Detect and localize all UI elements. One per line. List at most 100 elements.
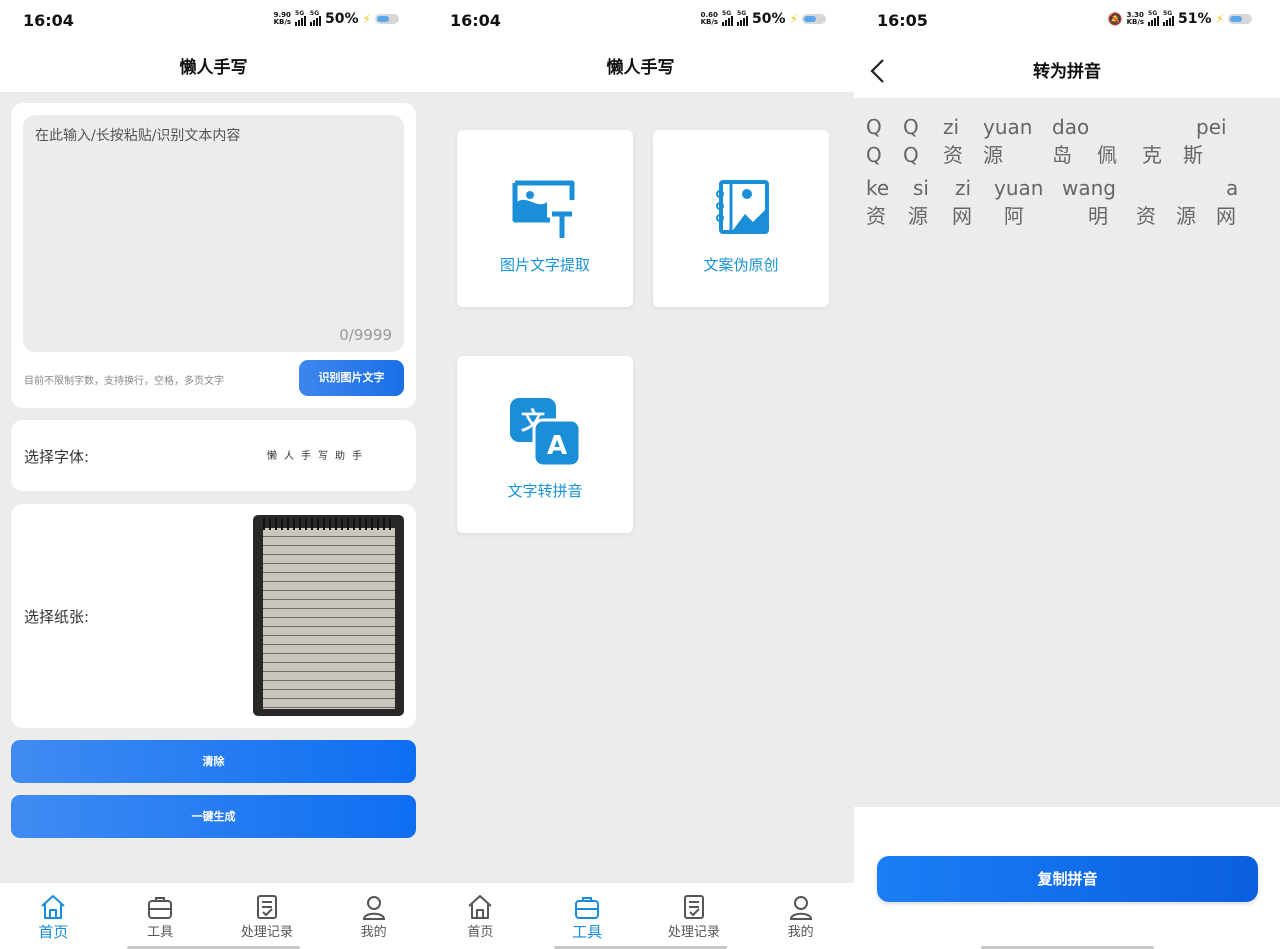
pinyin-hanzi: 阿 [1004, 204, 1024, 228]
pinyin-syllable: a [1226, 176, 1239, 200]
pinyin-hanzi: Q [866, 143, 882, 167]
pinyin-syllable: yuan [983, 115, 1033, 139]
app-header: 懒人手写 [427, 42, 854, 92]
pinyin-hanzi-line: 资源网阿明资源网 [866, 203, 1260, 229]
clear-button[interactable]: 清除 [11, 740, 416, 783]
pinyin-hanzi: 资 [866, 204, 886, 228]
signal-icon: 5G [295, 10, 307, 26]
pinyin-hanzi: 明 [1088, 204, 1108, 228]
status-time: 16:05 [877, 11, 928, 30]
text-input-card: 在此输入/长按粘贴/识别文本内容 0/9999 目前不限制字数，支持换行，空格，… [11, 103, 416, 408]
tab-home[interactable]: 首页 [427, 883, 534, 949]
tab-label: 首页 [467, 925, 494, 940]
charging-icon: ⚡ [1215, 12, 1224, 26]
text-input-placeholder: 在此输入/长按粘贴/识别文本内容 [35, 128, 241, 144]
text-input[interactable]: 在此输入/长按粘贴/识别文本内容 0/9999 [23, 115, 404, 352]
font-preview[interactable]: 懒人手写助手 [267, 447, 369, 462]
copy-pinyin-button[interactable]: 复制拼音 [877, 856, 1258, 902]
pinyin-hanzi: 克 [1142, 143, 1162, 167]
signal-icon: 5G [722, 10, 734, 26]
tab-records[interactable]: 处理记录 [214, 883, 321, 949]
pinyin-syllable: zi [943, 115, 960, 139]
char-counter: 0/9999 [339, 326, 392, 344]
pinyin-hanzi: 资 [943, 143, 963, 167]
image-text-extract-icon [512, 180, 575, 238]
tool-text-to-pinyin[interactable]: 文 A 文字转拼音 [457, 356, 633, 533]
pinyin-hanzi: 斯 [1183, 143, 1203, 167]
home-icon [41, 895, 66, 919]
notebook-image-icon [716, 180, 769, 234]
generate-button[interactable]: 一键生成 [11, 795, 416, 838]
signal-icon: 5G [1148, 10, 1160, 26]
tab-bar: 首页 工具 处理记录 我的 [0, 883, 427, 949]
tab-label: 我的 [360, 925, 387, 940]
app-header: 转为拼音 [854, 42, 1280, 98]
pinyin-hanzi: 源 [908, 204, 928, 228]
pinyin-syllable: zi [955, 176, 972, 200]
tab-label: 工具 [147, 925, 174, 940]
user-icon [789, 896, 812, 920]
pinyin-hanzi: 佩 [1097, 143, 1117, 167]
battery-icon [375, 14, 399, 24]
pinyin-hanzi-line: QQ资源岛佩克斯 [866, 142, 1260, 168]
document-check-icon [683, 895, 704, 919]
back-arrow-icon[interactable] [868, 56, 888, 86]
pinyin-screen: 16:05 🔕 3.30 KB/s 5G 5G 51% ⚡ 转为拼音 Q Qzi yu… [854, 0, 1280, 949]
network-speed: 3.30 KB/s [1126, 11, 1145, 26]
tab-tools[interactable]: 工具 [107, 883, 214, 949]
tab-records[interactable]: 处理记录 [641, 883, 748, 949]
page-title: 懒人手写 [606, 58, 675, 78]
font-label: 选择字体: [24, 448, 90, 466]
tab-mine[interactable]: 我的 [747, 883, 854, 949]
pinyin-syllable: si [913, 176, 929, 200]
pinyin-hanzi: 资 [1136, 204, 1156, 228]
status-bar: 16:05 🔕 3.30 KB/s 5G 5G 51% ⚡ [854, 0, 1280, 42]
tab-home[interactable]: 首页 [0, 883, 107, 949]
home-screen: 16:04 9.90 KB/s 5G 5G 50% ⚡ 懒人手写 在此输入/长按粘… [0, 0, 427, 949]
charging-icon: ⚡ [362, 12, 371, 26]
network-speed: 0.60 KB/s [700, 11, 719, 26]
tab-label: 处理记录 [240, 925, 293, 940]
tab-mine[interactable]: 我的 [320, 883, 427, 949]
translate-icon: 文 A [510, 398, 582, 468]
tab-label: 我的 [787, 925, 814, 940]
pinyin-syllable: yuan [994, 176, 1044, 200]
paper-select-row[interactable]: 选择纸张: [11, 504, 416, 728]
pinyin-syllable: Q [866, 115, 882, 139]
tab-label: 处理记录 [667, 925, 720, 940]
signal-icon: 5G [737, 10, 749, 26]
signal-icon: 5G [310, 10, 322, 26]
pinyin-hanzi: 源 [1176, 204, 1196, 228]
document-check-icon [256, 895, 277, 919]
battery-icon [1228, 14, 1252, 24]
tool-label: 文字转拼音 [507, 482, 583, 500]
font-select-row[interactable]: 选择字体: 懒人手写助手 [11, 420, 416, 491]
toolbox-icon [575, 897, 600, 919]
recognize-image-text-button[interactable]: 识别图片文字 [299, 360, 404, 396]
pinyin-syllable: ke [866, 176, 890, 200]
tool-image-text-extract[interactable]: 图片文字提取 [457, 130, 633, 307]
status-time: 16:04 [23, 11, 74, 30]
pinyin-syllable: dao [1052, 115, 1090, 139]
pinyin-hanzi: 网 [952, 204, 972, 228]
tool-label: 图片文字提取 [499, 256, 590, 274]
mute-bell-icon: 🔕 [1107, 12, 1123, 26]
page-title: 转为拼音 [1033, 62, 1101, 82]
page-title: 懒人手写 [179, 58, 248, 78]
tool-copy-rewrite[interactable]: 文案伪原创 [653, 130, 829, 307]
home-icon [468, 895, 493, 919]
svg-text:A: A [547, 431, 567, 461]
charging-icon: ⚡ [789, 12, 798, 26]
pinyin-roman-line: Q Qzi yuan dao pei [866, 114, 1260, 140]
pinyin-hanzi: 岛 [1052, 143, 1072, 167]
status-time: 16:04 [450, 11, 501, 30]
user-icon [362, 896, 385, 920]
tab-tools[interactable]: 工具 [534, 883, 641, 949]
pinyin-syllable: wang [1062, 176, 1116, 200]
input-hint: 目前不限制字数，支持换行，空格，多页文字 [24, 376, 224, 387]
battery-level: 50% [752, 11, 786, 27]
pinyin-syllable: pei [1196, 115, 1227, 139]
paper-preview[interactable] [253, 515, 404, 716]
tab-label: 首页 [38, 923, 69, 941]
pinyin-result: Q Qzi yuan dao pei QQ资源岛佩克斯 ke si zi yuan wang a … [854, 98, 1280, 807]
